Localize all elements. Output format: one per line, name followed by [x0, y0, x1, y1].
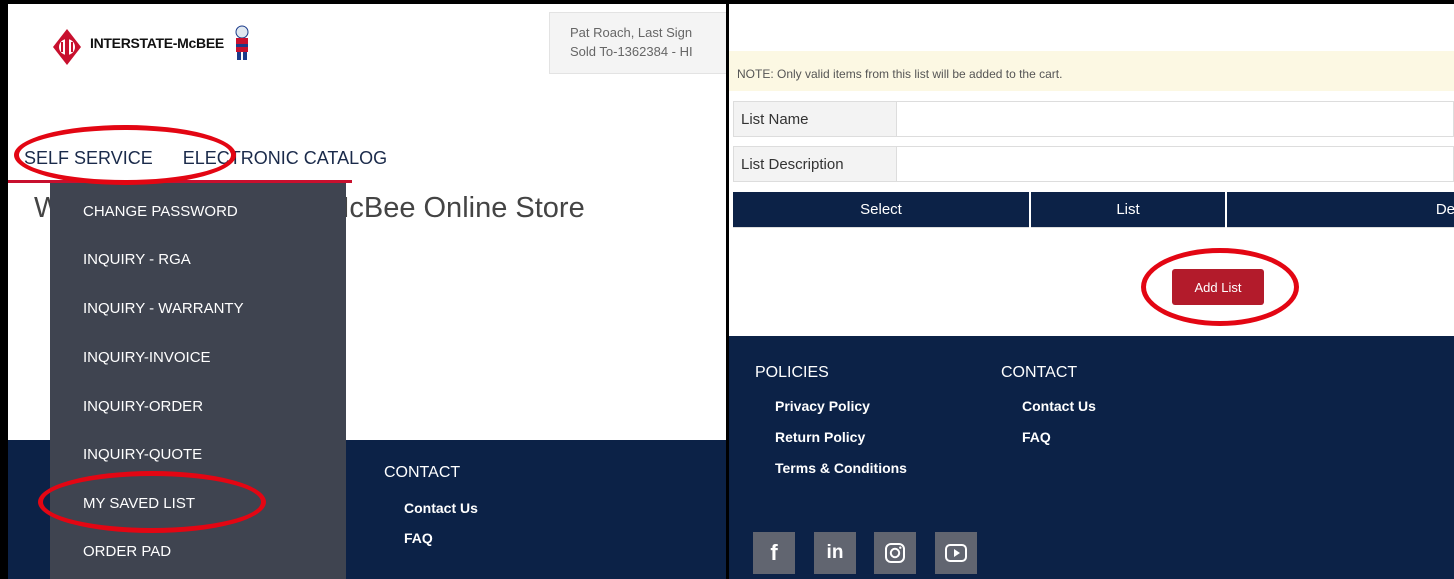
- table-header: Select List De: [733, 192, 1454, 228]
- mascot-icon: [230, 24, 254, 62]
- note-banner: NOTE: Only valid items from this list wi…: [729, 51, 1454, 91]
- add-list-button[interactable]: Add List: [1172, 269, 1264, 305]
- left-screenshot-panel: INTERSTATE-McBEE Pat Roach, Last Sign So…: [8, 4, 726, 579]
- footer-faq-link[interactable]: FAQ: [1022, 429, 1051, 445]
- footer-privacy-policy-link[interactable]: Privacy Policy: [775, 398, 870, 414]
- column-header-select[interactable]: Select: [733, 192, 1031, 228]
- column-header-list[interactable]: List: [1031, 192, 1227, 228]
- footer-contact-us-link[interactable]: Contact Us: [1022, 398, 1096, 414]
- menu-item-inquiry-quote[interactable]: INQUIRY-QUOTE: [83, 446, 202, 463]
- menu-item-inquiry-order[interactable]: INQUIRY-ORDER: [83, 398, 203, 415]
- list-description-input[interactable]: [897, 147, 1453, 181]
- menu-item-order-pad[interactable]: ORDER PAD: [83, 543, 171, 560]
- site-logo[interactable]: INTERSTATE-McBEE: [52, 24, 254, 65]
- linkedin-icon[interactable]: in: [814, 532, 856, 574]
- footer-faq-link[interactable]: FAQ: [404, 530, 433, 546]
- self-service-dropdown: CHANGE PASSWORD INQUIRY - RGA INQUIRY - …: [50, 183, 346, 579]
- user-info-line2: Sold To-1362384 - HI: [570, 44, 693, 59]
- list-description-row: List Description: [733, 146, 1454, 182]
- list-description-label: List Description: [734, 147, 897, 181]
- main-nav: SELF SERVICE ELECTRONIC CATALOG: [24, 148, 387, 169]
- footer-contact-heading: CONTACT: [1001, 364, 1078, 381]
- instagram-icon[interactable]: [874, 532, 916, 574]
- list-name-input[interactable]: [897, 102, 1453, 136]
- list-name-label: List Name: [734, 102, 897, 136]
- column-header-description[interactable]: De: [1227, 192, 1454, 228]
- footer-contact-heading: CONTACT: [384, 464, 461, 481]
- menu-item-inquiry-invoice[interactable]: INQUIRY-INVOICE: [83, 349, 211, 366]
- logo-text: INTERSTATE-McBEE: [90, 35, 224, 51]
- nav-self-service[interactable]: SELF SERVICE: [24, 148, 153, 169]
- menu-item-change-password[interactable]: CHANGE PASSWORD: [83, 203, 238, 220]
- footer-contact-us-link[interactable]: Contact Us: [404, 500, 478, 516]
- logo-diamond-icon: [52, 28, 82, 65]
- nav-electronic-catalog[interactable]: ELECTRONIC CATALOG: [183, 148, 387, 169]
- menu-item-inquiry-rga[interactable]: INQUIRY - RGA: [83, 251, 191, 268]
- list-name-row: List Name: [733, 101, 1454, 137]
- footer-policies-heading: POLICIES: [755, 364, 829, 381]
- facebook-icon[interactable]: f: [753, 532, 795, 574]
- footer-return-policy-link[interactable]: Return Policy: [775, 429, 865, 445]
- user-info-line1: Pat Roach, Last Sign: [570, 25, 693, 40]
- right-screenshot-panel: NOTE: Only valid items from this list wi…: [729, 4, 1454, 579]
- youtube-icon[interactable]: [935, 532, 977, 574]
- footer: POLICIES Privacy Policy Return Policy Te…: [729, 336, 1454, 579]
- user-info-box: Pat Roach, Last Sign Sold To-1362384 - H…: [549, 12, 726, 74]
- footer-terms-link[interactable]: Terms & Conditions: [775, 460, 907, 476]
- menu-item-my-saved-list[interactable]: MY SAVED LIST: [83, 495, 195, 512]
- menu-item-inquiry-warranty[interactable]: INQUIRY - WARRANTY: [83, 300, 244, 317]
